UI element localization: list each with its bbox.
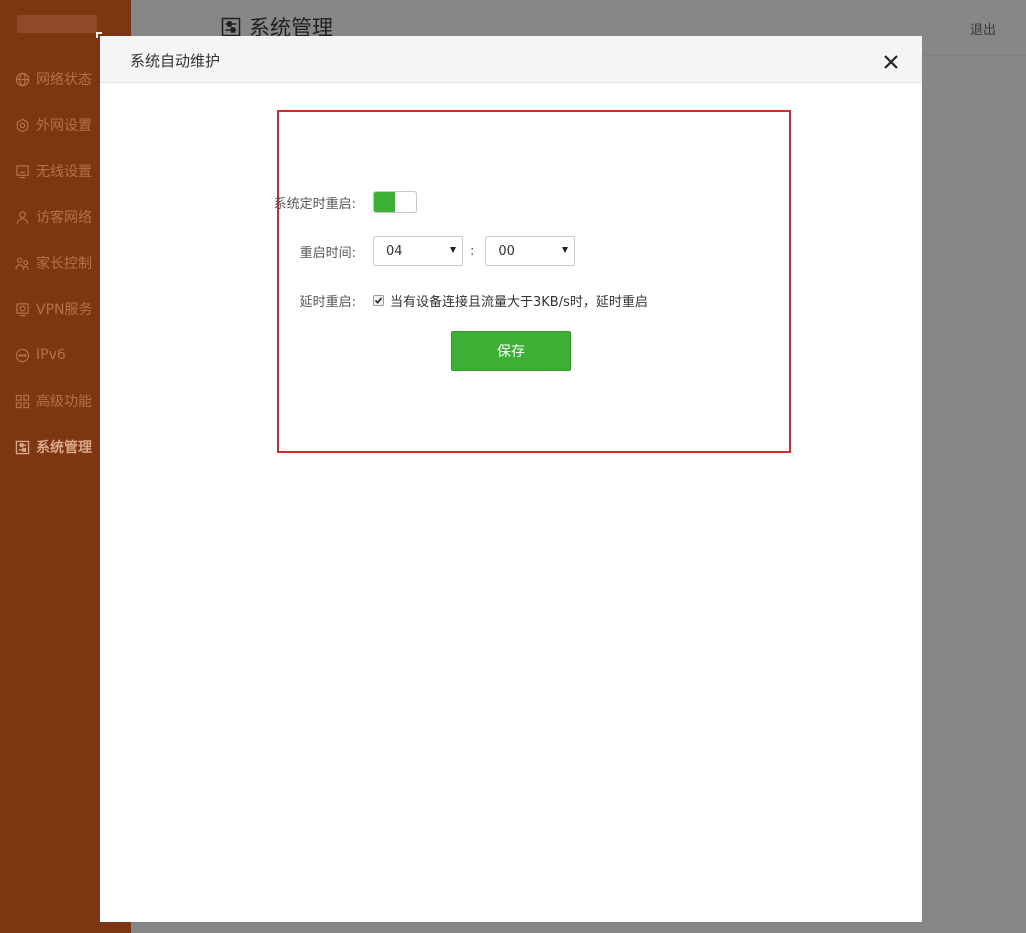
sidebar-item-label: 访客网络 [36, 210, 92, 226]
sidebar-item-label: 家长控制 [36, 256, 92, 272]
logout-link[interactable]: 退出 [970, 19, 996, 38]
settings-icon [15, 440, 30, 455]
sidebar-item-label: 高级功能 [36, 394, 92, 410]
minute-select[interactable]: 00 [485, 236, 576, 266]
ipv6-icon [15, 348, 30, 363]
globe-icon [15, 72, 30, 87]
sidebar-item-label: 网络状态 [36, 72, 92, 88]
logo [17, 15, 97, 33]
wifi-icon [15, 164, 30, 179]
delay-reboot-row: 延时重启: 当有设备连接且流量大于3KB/s时，延时重启 [213, 291, 648, 310]
family-icon [15, 256, 30, 271]
delay-reboot-text: 当有设备连接且流量大于3KB/s时，延时重启 [390, 295, 648, 310]
gear-icon [15, 118, 30, 133]
dialog-title: 系统自动维护 [130, 52, 221, 70]
toggle-on-knob [374, 192, 395, 212]
sidebar-item-label: IPv6 [36, 347, 66, 363]
delay-reboot-checkbox[interactable] [373, 295, 384, 306]
reboot-row: 系统定时重启: [213, 191, 417, 213]
checkmark-icon [374, 297, 383, 304]
sidebar-item-label: 外网设置 [36, 118, 92, 134]
reboot-time-label: 重启时间: [299, 245, 356, 261]
hour-select[interactable]: 04 [373, 236, 463, 266]
sidebar-item-label: 系统管理 [36, 440, 92, 456]
reboot-toggle[interactable] [373, 191, 417, 213]
dropdown-arrow-icon [450, 247, 456, 253]
reboot-label: 系统定时重启: [273, 196, 356, 212]
time-separator: : [470, 243, 475, 259]
dialog-header: 系统自动维护 [100, 36, 922, 83]
close-icon[interactable] [882, 53, 900, 71]
save-button[interactable]: 保存 [451, 331, 571, 371]
reboot-time-row: 重启时间: 04 : 00 [213, 236, 576, 266]
hour-value: 04 [386, 243, 403, 259]
delay-reboot-label: 延时重启: [299, 295, 356, 310]
grid-icon [15, 394, 30, 409]
sidebar-item-label: VPN服务 [36, 302, 93, 318]
user-icon [15, 210, 30, 225]
highlight-box [277, 110, 791, 453]
dropdown-arrow-icon [562, 247, 569, 253]
settings-icon [221, 17, 241, 37]
vpn-icon [15, 302, 30, 317]
minute-value: 00 [498, 243, 515, 259]
sidebar-item-label: 无线设置 [36, 164, 92, 180]
auto-maintenance-dialog: 系统自动维护 系统定时重启: 重启时间: 04 : 00 延时重启: 当有设备连… [100, 36, 922, 922]
